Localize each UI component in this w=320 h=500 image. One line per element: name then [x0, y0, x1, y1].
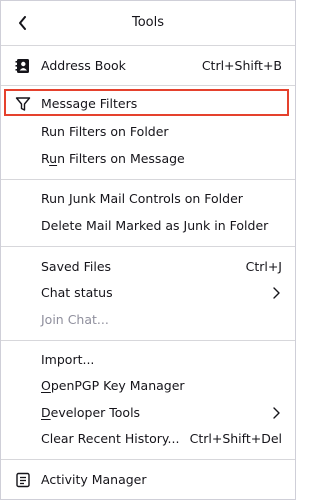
menu-item-import[interactable]: Import...: [1, 347, 295, 373]
menu-item-label: Run Filters on Message: [41, 151, 185, 166]
menu-item-join-chat: Join Chat...: [1, 307, 295, 333]
menu-item-run-filters-message[interactable]: Run Filters on Message: [1, 146, 295, 172]
menu-item-label: Run Filters on Folder: [41, 124, 169, 139]
menu-item-label: Message Filters: [41, 96, 138, 111]
shortcut-label: Ctrl+J: [245, 259, 282, 274]
shortcut-label: Ctrl+Shift+B: [201, 58, 282, 73]
menu-item-saved-files[interactable]: Saved Files Ctrl+J: [1, 254, 295, 280]
address-book-icon: [15, 58, 31, 74]
separator: [1, 85, 295, 86]
separator: [1, 246, 295, 247]
menu-item-run-filters-folder[interactable]: Run Filters on Folder: [1, 119, 295, 145]
menu-item-run-junk-controls[interactable]: Run Junk Mail Controls on Folder: [1, 186, 295, 212]
menu-item-label: OpenPGP Key Manager: [41, 378, 185, 393]
menu-item-label: Import...: [41, 352, 95, 367]
filter-icon: [15, 96, 31, 112]
menu-item-message-filters[interactable]: Message Filters: [1, 91, 295, 117]
activity-manager-icon: [15, 472, 31, 488]
shortcut-label: Ctrl+Shift+Del: [189, 431, 282, 446]
separator: [1, 179, 295, 180]
menu-header: Tools: [1, 1, 295, 45]
menu-item-label: Address Book: [41, 58, 126, 73]
menu-item-activity-manager[interactable]: Activity Manager: [1, 467, 295, 493]
menu-item-label: Delete Mail Marked as Junk in Folder: [41, 218, 269, 233]
menu-item-developer-tools[interactable]: Developer Tools: [1, 400, 295, 426]
menu-item-label: Chat status: [41, 285, 113, 300]
chevron-right-icon: [273, 287, 280, 299]
menu-item-label: Run Junk Mail Controls on Folder: [41, 191, 243, 206]
tools-menu-panel: Tools Address Book Ctrl+Shift+B Message …: [0, 0, 296, 500]
menu-item-clear-recent-history[interactable]: Clear Recent History... Ctrl+Shift+Del: [1, 426, 295, 452]
menu-item-label: Join Chat...: [41, 312, 109, 327]
menu-item-address-book[interactable]: Address Book Ctrl+Shift+B: [1, 53, 295, 79]
menu-item-openpgp-key-manager[interactable]: OpenPGP Key Manager: [1, 373, 295, 399]
menu-title: Tools: [131, 15, 165, 30]
separator: [1, 459, 295, 460]
menu-item-label: Saved Files: [41, 259, 112, 274]
separator: [1, 45, 295, 46]
menu-item-label: Activity Manager: [41, 472, 147, 487]
menu-item-chat-status[interactable]: Chat status: [1, 280, 295, 306]
menu-item-label: Clear Recent History...: [41, 431, 180, 446]
menu-item-label: Developer Tools: [41, 405, 141, 420]
separator: [1, 340, 295, 341]
chevron-right-icon: [273, 407, 280, 419]
menu-item-delete-junk[interactable]: Delete Mail Marked as Junk in Folder: [1, 213, 295, 239]
